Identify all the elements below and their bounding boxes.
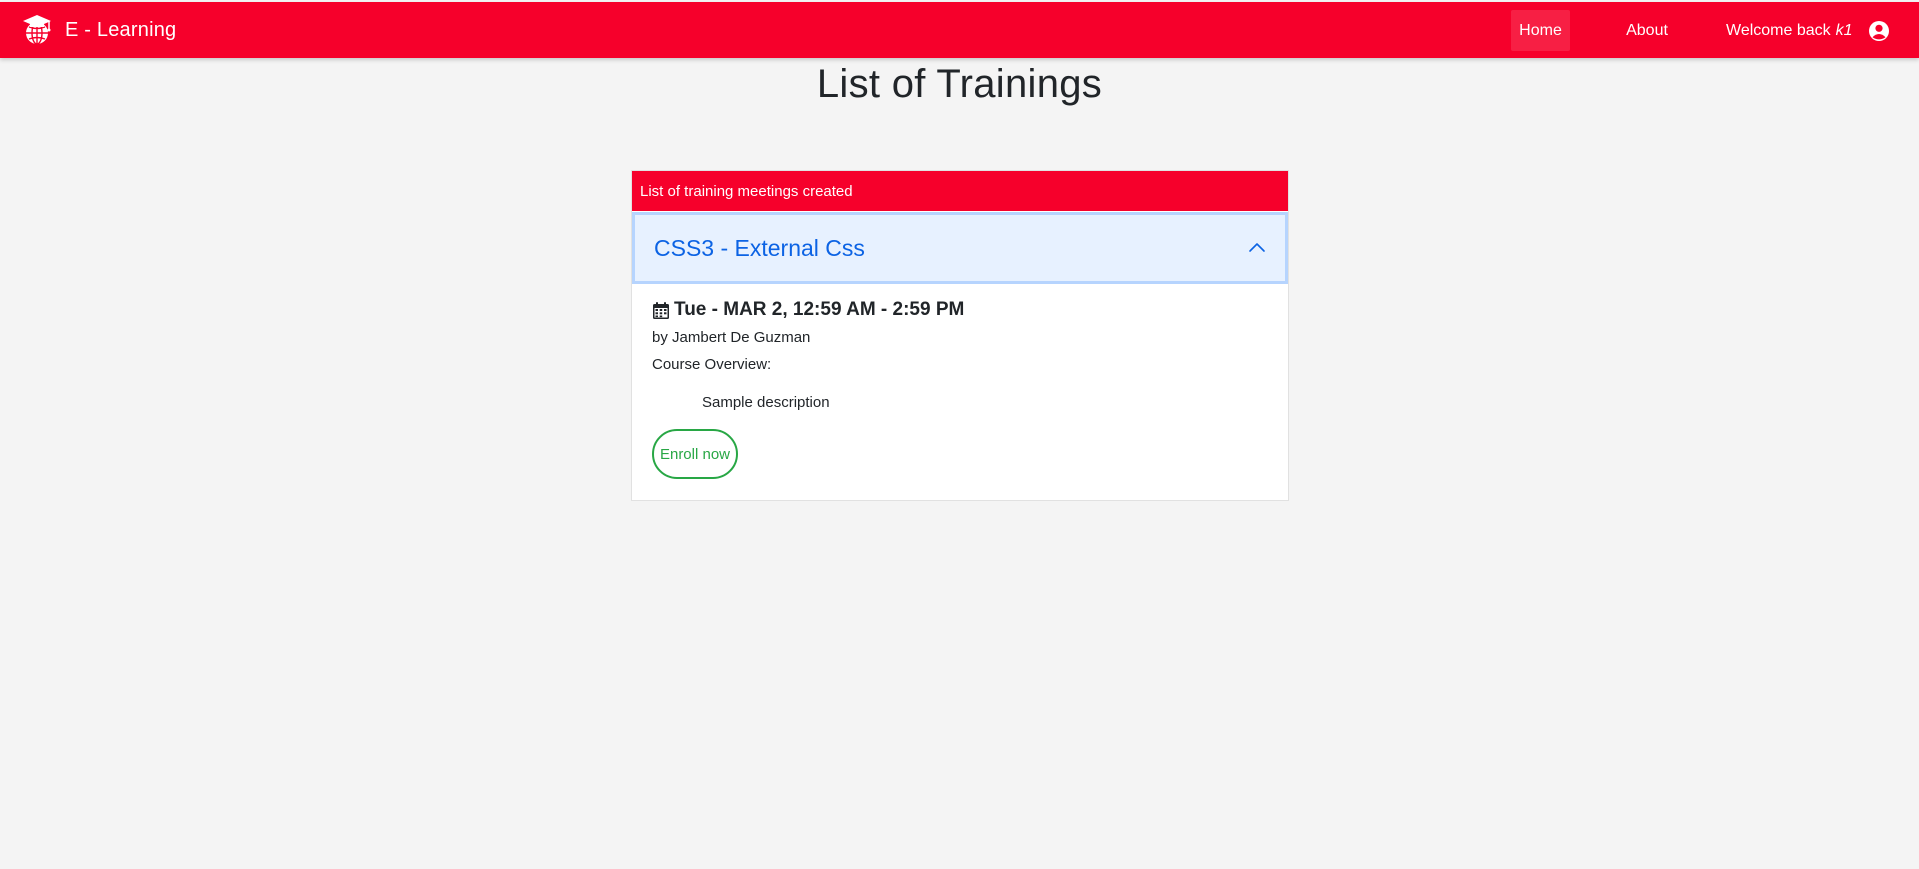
training-accordion-toggle[interactable]: CSS3 - External Css (632, 212, 1288, 284)
training-details: Tue - MAR 2, 12:59 AM - 2:59 PM by Jambe… (632, 284, 1288, 479)
top-navbar: E - Learning Home About Welcome back k1 (0, 2, 1919, 58)
event-date-text: Tue - MAR 2, 12:59 AM - 2:59 PM (674, 299, 965, 320)
card-header: List of training meetings created (632, 171, 1288, 211)
training-title: CSS3 - External Css (654, 234, 865, 261)
course-description: Sample description (702, 394, 830, 411)
trainings-card: List of training meetings created CSS3 -… (631, 170, 1289, 501)
enroll-now-button[interactable]: Enroll now (652, 429, 738, 479)
user-menu-link[interactable]: Welcome back k1 (1726, 10, 1906, 51)
course-overview-label: Course Overview: (652, 356, 772, 373)
brand-link[interactable]: E - Learning (20, 2, 176, 58)
welcome-text: Welcome back (1726, 21, 1831, 39)
instructor-name: by Jambert De Guzman (652, 329, 811, 346)
brand-text: E - Learning (65, 18, 177, 41)
page-title: List of Trainings (816, 62, 1103, 106)
calendar-icon (652, 301, 670, 320)
user-circle-icon (1868, 20, 1890, 42)
nav-about-link[interactable]: About (1618, 10, 1676, 51)
username: k1 (1835, 21, 1853, 39)
chevron-up-icon (1247, 238, 1267, 258)
training-accordion-item: CSS3 - External Css Tue - MAR 2, 12:59 A… (632, 212, 1288, 479)
graduation-globe-icon (20, 13, 54, 47)
event-date: Tue - MAR 2, 12:59 AM - 2:59 PM (652, 299, 1268, 321)
nav-home-link[interactable]: Home (1511, 10, 1570, 51)
